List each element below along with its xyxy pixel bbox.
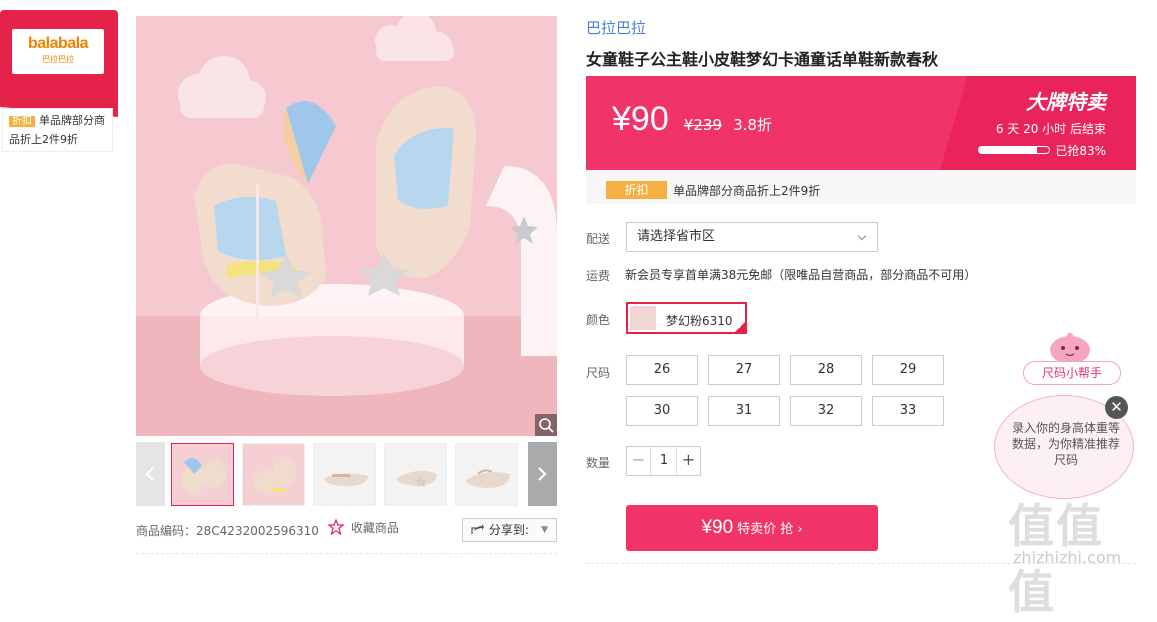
brand-badge[interactable]: balabala 巴拉巴拉 折扣 单品牌部分商品折上2件9折 xyxy=(0,10,118,152)
quantity-stepper: − 1 + xyxy=(626,446,701,476)
thumbnail-strip xyxy=(136,442,557,508)
promo-tag: 折扣 xyxy=(606,181,667,199)
size-helper-text: 录入你的身高体重等数据，为你精准推荐尺码 xyxy=(1011,421,1120,467)
share-icon xyxy=(471,524,484,534)
thumbnail-4[interactable] xyxy=(384,443,447,506)
size-label: 尺码 xyxy=(586,366,611,380)
color-label: 颜色 xyxy=(586,313,611,327)
quantity-increase-button[interactable]: + xyxy=(676,447,700,475)
product-main-image[interactable] xyxy=(136,16,557,436)
zoom-button[interactable] xyxy=(535,414,557,436)
magnifier-icon xyxy=(539,418,554,433)
delivery-label: 配送 xyxy=(586,232,611,246)
buy-button-label: 特卖价 xyxy=(737,522,777,537)
flash-sale-sold-text: 已抢83% xyxy=(1055,144,1106,158)
product-code: 商品编码：28C4232002596310 xyxy=(136,522,319,539)
size-option[interactable]: 31 xyxy=(708,396,780,426)
product-title: 女童鞋子公主鞋小皮鞋梦幻卡通童话单鞋新款春秋 xyxy=(586,50,939,69)
brand-logo-cn: 巴拉巴拉 xyxy=(42,55,74,64)
price-block: ¥90 ¥239 3.8折 xyxy=(612,100,772,139)
flash-sale-countdown: 6 天 20 小时 后结束 xyxy=(995,122,1106,136)
thumbnail-5[interactable] xyxy=(455,443,518,506)
thumbnail-1[interactable] xyxy=(171,443,234,506)
size-option[interactable]: 26 xyxy=(626,355,698,385)
close-icon[interactable]: ✕ xyxy=(1105,396,1128,419)
buy-now-button[interactable]: ¥90 特卖价抢 › xyxy=(626,505,878,551)
quantity-input[interactable]: 1 xyxy=(651,447,677,475)
star-icon xyxy=(327,518,345,536)
current-price: ¥90 xyxy=(612,100,669,138)
promo-row: 折扣 单品牌部分商品折上2件9折 xyxy=(586,170,1136,204)
size-option[interactable]: 33 xyxy=(872,396,944,426)
region-select[interactable]: 请选择省市区 xyxy=(626,222,878,252)
freight-text: 新会员专享首单满38元免邮（限唯品自营商品，部分商品不可用） xyxy=(625,268,977,282)
promo-text: 单品牌部分商品折上2件9折 xyxy=(673,184,821,198)
share-label: 分享到: xyxy=(488,523,529,537)
flash-sale-progress-fill xyxy=(979,147,1038,153)
product-meta-row: 商品编码：28C4232002596310 收藏商品 分享到: ▼ xyxy=(136,518,557,542)
brand-promo: 折扣 单品牌部分商品折上2件9折 xyxy=(2,108,113,152)
shop-name-link[interactable]: 巴拉巴拉 xyxy=(586,17,646,38)
product-code-value: 28C4232002596310 xyxy=(196,524,319,538)
size-option[interactable]: 27 xyxy=(708,355,780,385)
size-helper-label[interactable]: 尺码小帮手 xyxy=(1023,361,1121,385)
chevron-right-icon xyxy=(538,467,547,481)
brand-promo-tag: 折扣 xyxy=(9,116,35,127)
original-price: ¥239 xyxy=(683,116,723,134)
chevron-down-icon xyxy=(857,231,867,241)
color-option-label: 梦幻粉6310 xyxy=(666,314,733,328)
chevron-left-icon xyxy=(145,467,154,481)
buy-button-action: 抢 › xyxy=(780,522,803,537)
flash-sale-progress xyxy=(978,146,1050,154)
checkmark-icon: ✓ xyxy=(737,322,744,331)
watermark-url: zhizhizhi.com xyxy=(1013,548,1122,567)
favorite-label: 收藏商品 xyxy=(350,521,399,535)
product-photo xyxy=(136,16,557,436)
quantity-decrease-button[interactable]: − xyxy=(627,447,651,475)
price-panel: ¥90 ¥239 3.8折 大牌特卖 6 天 20 小时 后结束 已抢83% xyxy=(586,76,1136,170)
size-option[interactable]: 28 xyxy=(790,355,862,385)
buy-button-price: ¥90 xyxy=(701,517,734,538)
quantity-label: 数量 xyxy=(586,456,611,470)
brand-logo[interactable]: balabala 巴拉巴拉 xyxy=(12,29,104,74)
color-option-selected[interactable]: 梦幻粉6310 ✓ xyxy=(626,302,747,334)
color-swatch-image xyxy=(630,306,656,330)
product-code-label: 商品编码： xyxy=(136,524,197,538)
region-select-value: 请选择省市区 xyxy=(637,229,716,244)
size-option[interactable]: 29 xyxy=(872,355,944,385)
freight-label: 运费 xyxy=(586,269,611,283)
size-option[interactable]: 30 xyxy=(626,396,698,426)
flash-sale-title: 大牌特卖 xyxy=(1026,90,1106,114)
thumb-prev-button[interactable] xyxy=(136,442,165,506)
caret-down-icon: ▼ xyxy=(541,525,548,535)
left-divider xyxy=(136,553,557,554)
favorite-button[interactable]: 收藏商品 xyxy=(327,518,399,536)
size-option[interactable]: 32 xyxy=(790,396,862,426)
discount-rate: 3.8折 xyxy=(733,116,772,134)
thumbnail-2[interactable] xyxy=(242,443,305,506)
share-button[interactable]: 分享到: ▼ xyxy=(462,518,557,542)
thumbnail-3[interactable] xyxy=(313,443,376,506)
brand-logo-en: balabala xyxy=(27,35,89,52)
thumb-next-button[interactable] xyxy=(528,442,557,506)
